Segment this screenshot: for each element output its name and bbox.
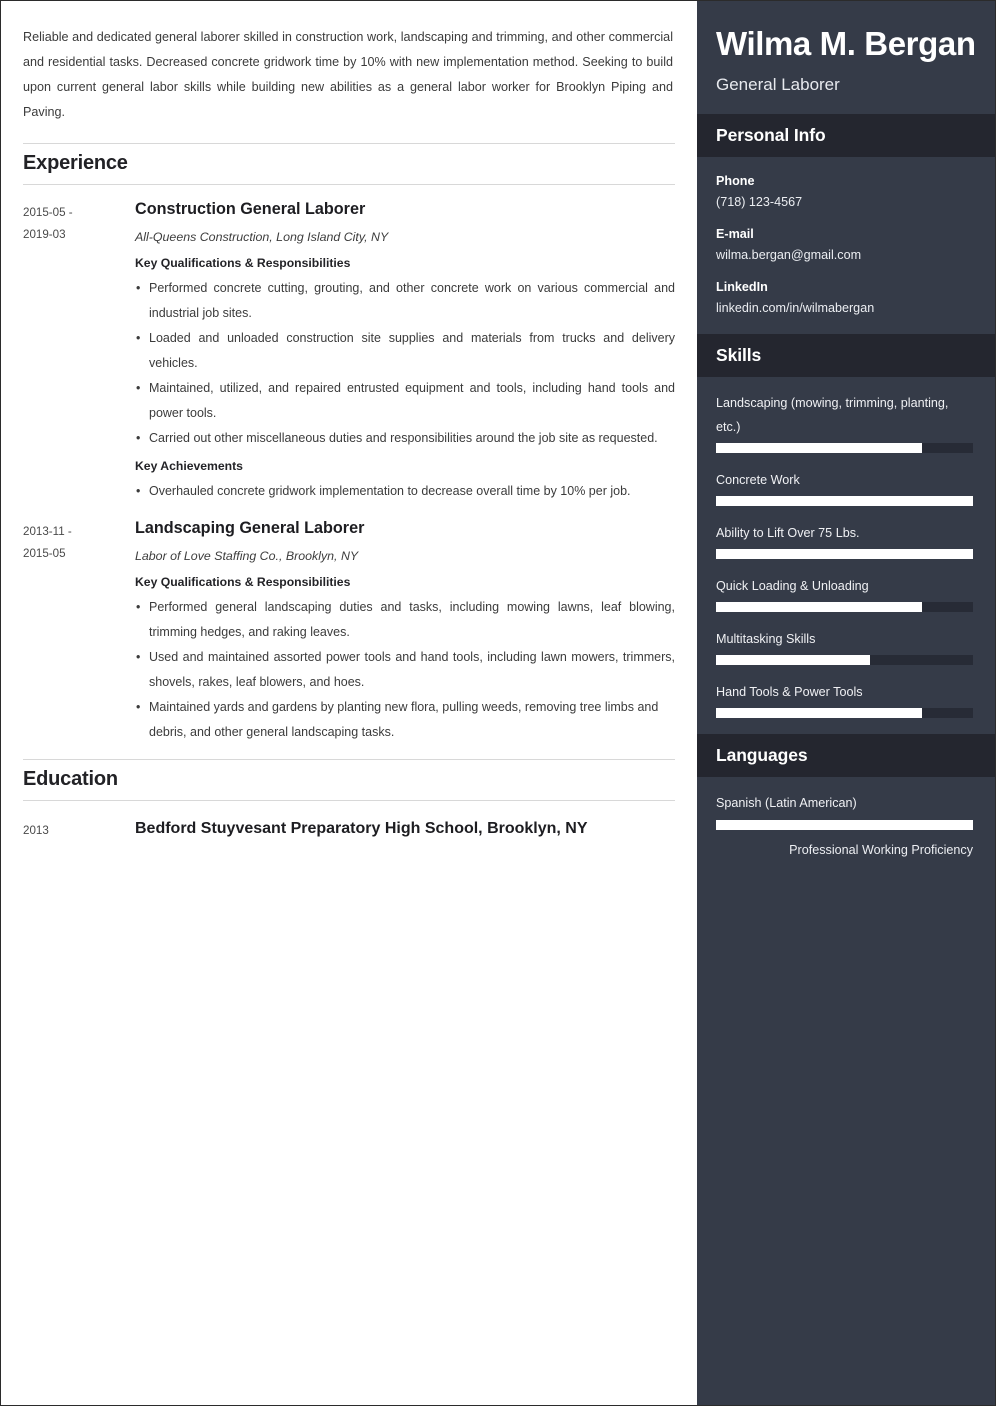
skill-level-bar: [716, 655, 973, 665]
date-end: 2015-05: [23, 547, 66, 560]
skill-name: Concrete Work: [716, 473, 800, 487]
list-item: Maintained, utilized, and repaired entru…: [135, 376, 675, 426]
education-entry: 2013 Bedford Stuyvesant Preparatory High …: [23, 801, 675, 844]
contact-item: E-mail wilma.bergan@gmail.com: [716, 224, 976, 265]
skill-level-fill: [716, 443, 922, 453]
experience-list: 2015-05 - 2019-03 Construction General Lab…: [23, 185, 675, 745]
section-heading-languages: Languages: [716, 745, 808, 765]
skill-item: Quick Loading & Unloading: [716, 574, 976, 612]
skill-name: Quick Loading & Unloading: [716, 579, 869, 593]
qualifications-list: Performed concrete cutting, grouting, an…: [135, 276, 675, 451]
entry-dates: 2013: [23, 813, 135, 842]
achievements-list: Overhauled concrete gridwork implementat…: [135, 479, 675, 504]
professional-summary: Reliable and dedicated general laborer s…: [23, 30, 673, 119]
sidebar: Wilma M. Bergan General Laborer Personal…: [697, 1, 995, 1405]
qualifications-heading: Key Qualifications & Responsibilities: [135, 575, 351, 589]
skill-name: Landscaping (mowing, trimming, planting,…: [716, 396, 949, 434]
contact-value[interactable]: wilma.bergan@gmail.com: [716, 245, 976, 265]
date-end: 2019-03: [23, 228, 66, 241]
language-level-bar: [716, 820, 973, 830]
list-item: Performed concrete cutting, grouting, an…: [135, 276, 675, 326]
skill-level-bar: [716, 443, 973, 453]
entry-dates: 2013-11 - 2015-05: [23, 516, 135, 565]
skills-body: Landscaping (mowing, trimming, planting,…: [697, 377, 995, 734]
section-heading-education: Education: [23, 759, 675, 801]
job-organization: Labor of Love Staffing Co., Brooklyn, NY: [135, 549, 359, 563]
skill-item: Multitasking Skills: [716, 627, 976, 665]
job-title: Landscaping General Laborer: [135, 519, 365, 537]
education-school: Bedford Stuyvesant Preparatory High Scho…: [135, 820, 588, 837]
date-start: 2013-11 -: [23, 525, 72, 538]
skill-item: Landscaping (mowing, trimming, planting,…: [716, 391, 976, 453]
list-item: Used and maintained assorted power tools…: [135, 645, 675, 695]
contact-label: LinkedIn: [716, 280, 768, 294]
resume-page: Reliable and dedicated general laborer s…: [0, 0, 996, 1406]
section-heading-personal-info: Personal Info: [716, 125, 826, 145]
skill-level-bar: [716, 602, 973, 612]
skill-item: Concrete Work: [716, 468, 976, 506]
skill-level-bar: [716, 549, 973, 559]
experience-entry: 2015-05 - 2019-03 Construction General Lab…: [23, 185, 675, 504]
skill-level-fill: [716, 602, 922, 612]
section-heading-skills: Skills: [716, 345, 762, 365]
contact-item: Phone (718) 123-4567: [716, 171, 976, 212]
sidebar-header: Wilma M. Bergan General Laborer: [697, 1, 995, 114]
list-item: Loaded and unloaded construction site su…: [135, 326, 675, 376]
experience-entry: 2013-11 - 2015-05 Landscaping General Labo…: [23, 504, 675, 745]
skill-item: Hand Tools & Power Tools: [716, 680, 976, 718]
entry-dates: 2015-05 - 2019-03: [23, 197, 135, 246]
skill-level-fill: [716, 549, 973, 559]
skill-level-fill: [716, 496, 973, 506]
entry-body: Construction General Laborer All-Queens C…: [135, 197, 675, 504]
list-item: Overhauled concrete gridwork implementat…: [135, 479, 675, 504]
contact-label: E-mail: [716, 227, 754, 241]
contact-value[interactable]: linkedin.com/in/wilmabergan: [716, 298, 976, 318]
achievements-heading: Key Achievements: [135, 459, 243, 473]
list-item: Carried out other miscellaneous duties a…: [135, 426, 675, 451]
language-item: Spanish (Latin American) Professional Wor…: [716, 791, 976, 861]
date-start: 2015-05 -: [23, 206, 73, 219]
education-date: 2013: [23, 824, 49, 837]
language-level-fill: [716, 820, 973, 830]
skill-level-bar: [716, 708, 973, 718]
skill-level-fill: [716, 708, 922, 718]
personal-info-body: Phone (718) 123-4567 E-mail wilma.bergan@gm…: [697, 157, 995, 334]
qualifications-heading: Key Qualifications & Responsibilities: [135, 256, 351, 270]
entry-body: Landscaping General Laborer Labor of Love…: [135, 516, 675, 745]
list-item: Performed general landscaping duties and…: [135, 595, 675, 645]
contact-label: Phone: [716, 174, 755, 188]
job-organization: All-Queens Construction, Long Island Cit…: [135, 230, 389, 244]
section-heading-personal-info-band: Personal Info: [697, 114, 995, 157]
contact-item: LinkedIn linkedin.com/in/wilmabergan: [716, 277, 976, 318]
candidate-role: General Laborer: [716, 75, 840, 94]
skill-level-bar: [716, 496, 973, 506]
section-heading-languages-band: Languages: [697, 734, 995, 777]
language-proficiency: Professional Working Proficiency: [789, 843, 973, 857]
skill-name: Multitasking Skills: [716, 632, 816, 646]
section-heading-experience: Experience: [23, 143, 675, 185]
job-title: Construction General Laborer: [135, 200, 366, 218]
entry-body: Bedford Stuyvesant Preparatory High Scho…: [135, 813, 675, 844]
skill-level-fill: [716, 655, 871, 665]
list-item: Maintained yards and gardens by planting…: [135, 695, 675, 745]
contact-value[interactable]: (718) 123-4567: [716, 192, 976, 212]
education-list: 2013 Bedford Stuyvesant Preparatory High …: [23, 801, 675, 844]
qualifications-list: Performed general landscaping duties and…: [135, 595, 675, 745]
section-heading-skills-band: Skills: [697, 334, 995, 377]
skill-item: Ability to Lift Over 75 Lbs.: [716, 521, 976, 559]
skill-name: Ability to Lift Over 75 Lbs.: [716, 526, 860, 540]
language-name: Spanish (Latin American): [716, 796, 857, 810]
main-column: Reliable and dedicated general laborer s…: [1, 1, 697, 1405]
languages-body: Spanish (Latin American) Professional Wor…: [697, 777, 995, 879]
skill-name: Hand Tools & Power Tools: [716, 685, 863, 699]
candidate-name: Wilma M. Bergan: [716, 25, 976, 62]
